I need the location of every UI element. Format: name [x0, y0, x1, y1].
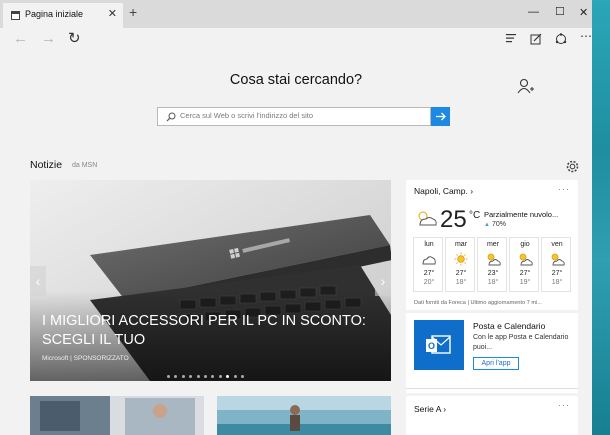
forecast-high: 27° [519, 270, 531, 277]
forecast-day-label: ven [551, 241, 563, 248]
close-tab-icon[interactable]: ✕ [108, 7, 117, 20]
carousel-dot[interactable] [181, 375, 185, 379]
carousel-dot[interactable] [226, 375, 230, 379]
weather-footer: Dati forniti da Foreca | Ultimo aggiorna… [414, 300, 542, 306]
news-source: da MSN [72, 162, 98, 169]
carousel-dots[interactable] [167, 368, 248, 381]
forecast-high: 27° [551, 270, 563, 277]
hero-headline[interactable]: I MIGLIORI ACCESSORI PER IL PC IN SCONTO… [42, 312, 387, 350]
carousel-dot[interactable] [189, 375, 193, 379]
news-title: Notizie [30, 159, 63, 171]
carousel-dot[interactable] [240, 375, 244, 379]
hero-shade [30, 180, 391, 381]
carousel-dot[interactable] [218, 375, 222, 379]
web-note-icon[interactable] [530, 33, 542, 45]
arrow-right-icon [436, 112, 446, 121]
forecast-day[interactable]: mar 27° 18° [445, 237, 475, 292]
mail-title: Posta e Calendario [473, 321, 546, 331]
carousel-dot[interactable] [196, 375, 200, 379]
open-app-button[interactable]: Apri l'app [473, 357, 519, 370]
forecast-day[interactable]: ven 27° 18° [541, 237, 571, 292]
search-heading: Cosa stai cercando? [229, 72, 363, 88]
more-icon[interactable]: ⋯ [580, 29, 592, 43]
mail-description: Con le app Posta e Calendario puoi... [473, 334, 569, 351]
gear-icon[interactable] [566, 160, 579, 173]
carousel-dot[interactable] [203, 375, 207, 379]
carousel-dot[interactable] [167, 375, 170, 379]
hero-meta: Microsoft | SPONSORIZZATO [42, 355, 129, 362]
forecast-high: 27° [455, 270, 467, 277]
forecast-day-label: mar [454, 241, 468, 248]
news-image [217, 396, 391, 435]
mail-icon: O [426, 335, 451, 354]
forecast-low: 18° [455, 279, 467, 286]
partly-sunny-icon [519, 253, 533, 266]
forecast-day-label: mer [486, 241, 500, 248]
refresh-button[interactable]: ↻ [68, 29, 81, 47]
weather-card[interactable]: Napoli, Camp. › ··· 25 °C Parzialmente n… [406, 180, 578, 310]
serie-a-title[interactable]: Serie A › [414, 404, 446, 414]
news-thumbnail[interactable] [30, 396, 204, 435]
weather-temperature: 25 [440, 206, 467, 233]
minimize-button[interactable]: — [528, 6, 539, 18]
sun-icon [454, 252, 468, 266]
serie-a-more-button[interactable]: ··· [558, 400, 570, 410]
navigation-bar: ← → ↻ ⋯ [0, 28, 592, 52]
forecast-day[interactable]: mer 23° 18° [477, 237, 507, 292]
edge-window: Pagina iniziale ✕ + — ☐ ✕ ← → ↻ ⋯ Cosa s… [0, 0, 592, 435]
partly-sunny-icon [487, 253, 501, 266]
carousel-dot[interactable] [174, 375, 178, 379]
search-input[interactable]: Cerca sul Web o scrivi l'indirizzo del s… [157, 107, 431, 126]
search-go-button[interactable] [431, 107, 450, 126]
weather-location[interactable]: Napoli, Camp. › [414, 186, 473, 196]
forecast-low: 18° [487, 279, 499, 286]
share-icon[interactable] [555, 33, 567, 45]
desktop-background [590, 0, 610, 435]
add-user-icon[interactable] [517, 78, 535, 94]
svg-text:O: O [428, 341, 435, 351]
partly-sunny-icon [551, 253, 565, 266]
maximize-button[interactable]: ☐ [555, 5, 565, 18]
forecast-day[interactable]: lun 27° 20° [413, 237, 443, 292]
forecast-day[interactable]: gio 27° 19° [509, 237, 539, 292]
hub-icon[interactable] [505, 33, 517, 44]
cloud-icon [422, 256, 436, 265]
forecast-high: 27° [423, 270, 435, 277]
forecast-day-label: gio [520, 241, 530, 248]
prev-slide-button[interactable]: ‹ [30, 266, 46, 296]
search-icon [166, 112, 176, 122]
tab-strip: Pagina iniziale ✕ + — ☐ ✕ [0, 0, 592, 28]
back-button[interactable]: ← [13, 30, 28, 47]
tab-title: Pagina iniziale [25, 9, 84, 19]
weather-unit: °C [469, 210, 481, 221]
weather-humidity: 70% [484, 221, 506, 228]
forecast-low: 19° [519, 279, 531, 286]
forecast-low: 18° [551, 279, 563, 286]
hero-news-card[interactable]: ‹ › I MIGLIORI ACCESSORI PER IL PC IN SC… [30, 180, 391, 381]
carousel-dot[interactable] [211, 375, 215, 379]
news-thumbnail[interactable] [217, 396, 391, 435]
carousel-dot[interactable] [233, 375, 237, 379]
serie-a-card[interactable]: Serie A › ··· [406, 396, 578, 435]
new-tab-button[interactable]: + [129, 4, 137, 20]
close-window-button[interactable]: ✕ [579, 6, 588, 19]
forecast-low: 20° [423, 279, 435, 286]
forecast-high: 23° [487, 270, 499, 277]
forecast-day-label: lun [424, 241, 434, 248]
tab-home[interactable]: Pagina iniziale ✕ [3, 3, 123, 28]
partly-sunny-icon [418, 211, 437, 226]
weather-more-button[interactable]: ··· [558, 184, 570, 194]
forward-button[interactable]: → [41, 30, 56, 47]
outlook-logo: O [414, 320, 464, 370]
search-placeholder: Cerca sul Web o scrivi l'indirizzo del s… [180, 111, 314, 120]
mail-calendar-card[interactable]: O Posta e Calendario Con le app Posta e … [406, 313, 578, 393]
divider [406, 388, 578, 389]
next-slide-button[interactable]: › [375, 266, 391, 296]
weather-condition: Parzialmente nuvolo... [484, 210, 559, 219]
page-icon [11, 11, 20, 20]
news-image [30, 396, 204, 435]
